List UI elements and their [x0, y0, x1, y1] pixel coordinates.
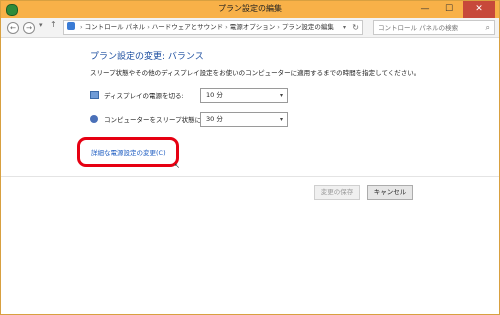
- address-dropdown-icon[interactable]: ▾: [343, 21, 346, 34]
- breadcrumb-separator: ›: [147, 23, 150, 31]
- title-bar: プラン設定の編集 — ☐ ✕: [1, 1, 499, 18]
- mouse-cursor-icon: ↖: [174, 162, 180, 170]
- back-button[interactable]: ←: [7, 22, 19, 34]
- display-icon: [90, 91, 99, 99]
- cancel-button[interactable]: キャンセル: [367, 185, 413, 200]
- breadcrumb-edit-plan[interactable]: プラン設定の編集: [282, 23, 334, 31]
- chevron-down-icon: ▾: [279, 116, 283, 123]
- control-panel-small-icon: [67, 22, 75, 30]
- display-off-select[interactable]: 10 分 ▾: [200, 88, 288, 103]
- sleep-value: 30 分: [206, 115, 223, 123]
- breadcrumb-separator: ›: [277, 23, 280, 31]
- search-icon[interactable]: ⌕: [486, 21, 490, 34]
- up-button[interactable]: ↑: [50, 20, 57, 29]
- sleep-select[interactable]: 30 分 ▾: [200, 112, 288, 127]
- breadcrumb-hardware-sound[interactable]: ハードウェアとサウンド: [152, 23, 223, 31]
- chevron-down-icon: ▾: [279, 92, 283, 99]
- address-bar[interactable]: › コントロール パネル › ハードウェアとサウンド › 電源オプション › プラン設定の編集…: [63, 20, 363, 35]
- minimize-button[interactable]: —: [415, 1, 435, 18]
- forward-button[interactable]: →: [23, 22, 35, 34]
- save-changes-button[interactable]: 変更の保存: [314, 185, 360, 200]
- breadcrumb-power-options[interactable]: 電源オプション: [230, 23, 276, 31]
- highlight-circle: [77, 137, 179, 167]
- search-box[interactable]: ⌕: [373, 20, 495, 35]
- page-description: スリープ状態やその他のディスプレイ設定をお使いのコンピューターに適用するまでの時…: [90, 69, 421, 77]
- breadcrumb-control-panel[interactable]: コントロール パネル: [85, 23, 146, 31]
- refresh-icon[interactable]: ↻: [352, 21, 359, 34]
- display-off-value: 10 分: [206, 91, 223, 99]
- control-panel-window: プラン設定の編集 — ☐ ✕ ← → ▾ ↑ › コントロール パネル › ハードウェ…: [0, 0, 500, 315]
- page-title: プラン設定の変更: バランス: [90, 52, 204, 62]
- recent-locations-button[interactable]: ▾: [39, 21, 43, 29]
- maximize-button[interactable]: ☐: [439, 1, 459, 18]
- search-input[interactable]: [378, 22, 478, 33]
- navigation-bar: ← → ▾ ↑ › コントロール パネル › ハードウェアとサウンド › 電源オプション ›…: [1, 18, 499, 38]
- breadcrumb-separator: ›: [80, 23, 83, 31]
- sleep-icon: [90, 115, 98, 123]
- close-button[interactable]: ✕: [463, 1, 495, 18]
- display-off-label: ディスプレイの電源を切る:: [104, 92, 184, 100]
- divider: [1, 176, 499, 177]
- breadcrumb-separator: ›: [225, 23, 228, 31]
